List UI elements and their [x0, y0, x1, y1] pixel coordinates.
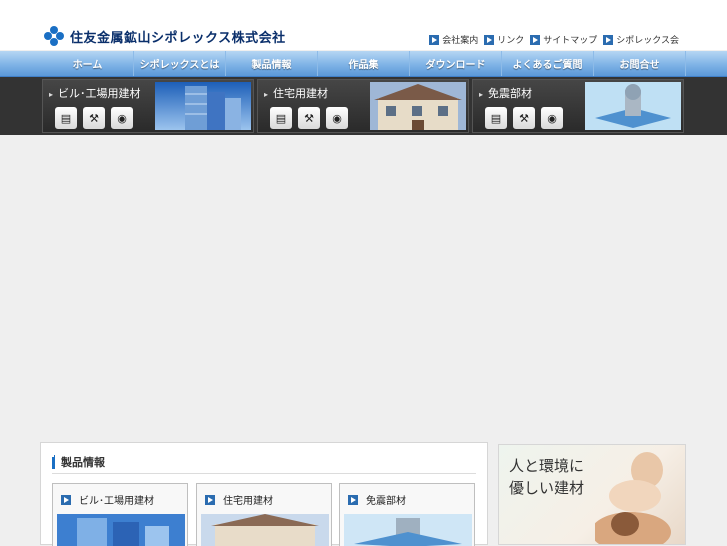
category-panel-building[interactable]: ビル･工場用建材 ▤ ⚒ ◉	[42, 79, 254, 133]
nav-item-faq[interactable]: よくあるご質問	[502, 51, 594, 76]
house-photo	[370, 82, 466, 130]
ad-line: 人と環境に	[509, 457, 585, 475]
site-header: 住友金属鉱山シポレックス株式会社 会社案内 リンク サイトマップ シポレックス会	[0, 0, 727, 50]
camera-icon[interactable]: ◉	[541, 107, 563, 129]
product-card-label: 住宅用建材	[223, 496, 273, 507]
building-thumbnail	[57, 514, 185, 546]
product-card-label: 免震部材	[366, 496, 406, 507]
document-icon[interactable]: ▤	[270, 107, 292, 129]
category-bar: ビル･工場用建材 ▤ ⚒ ◉ 住宅用建材 ▤ ⚒ ◉	[0, 77, 727, 135]
util-link-label: 会社案内	[442, 36, 479, 46]
category-title: 免震部材	[479, 85, 532, 101]
company-name: 住友金属鉱山シポレックス株式会社	[70, 30, 286, 46]
document-icon[interactable]: ▤	[485, 107, 507, 129]
category-panel-seismic[interactable]: 免震部材 ▤ ⚒ ◉	[472, 79, 684, 133]
hammer-icon[interactable]: ⚒	[83, 107, 105, 129]
arrow-bullet-icon	[205, 494, 215, 505]
util-link-label: サイトマップ	[543, 36, 598, 46]
nav-item-contact[interactable]: お問合せ	[594, 51, 686, 76]
nav-item-products[interactable]: 製品情報	[226, 51, 318, 76]
category-panel-housing[interactable]: 住宅用建材 ▤ ⚒ ◉	[257, 79, 469, 133]
arrow-bullet-icon	[429, 34, 440, 45]
nav-item-home[interactable]: ホーム	[42, 51, 134, 76]
product-card-seismic[interactable]: 免震部材	[339, 483, 475, 546]
util-link-label: リンク	[497, 36, 525, 46]
nav-item-works[interactable]: 作品集	[318, 51, 410, 76]
arrow-bullet-icon	[603, 34, 614, 45]
logo-mark-icon	[44, 26, 64, 46]
util-link-company[interactable]: 会社案内	[429, 33, 478, 46]
seismic-thumbnail	[344, 514, 472, 546]
utility-links: 会社案内 リンク サイトマップ シポレックス会	[429, 33, 679, 46]
document-icon[interactable]: ▤	[55, 107, 77, 129]
ad-line: 優しい建材	[509, 479, 585, 497]
hammer-icon[interactable]: ⚒	[298, 107, 320, 129]
camera-icon[interactable]: ◉	[111, 107, 133, 129]
house-thumbnail	[201, 514, 329, 546]
mother-baby-photo	[595, 452, 671, 544]
util-link-label: シポレックス会	[616, 36, 679, 46]
ad-banner[interactable]: 人と環境に 優しい建材	[498, 444, 686, 545]
arrow-bullet-icon	[348, 494, 358, 505]
arrow-bullet-icon	[530, 34, 541, 45]
section-heading: 製品情報	[52, 454, 105, 470]
ad-text: 人と環境に 優しい建材	[509, 455, 609, 499]
camera-icon[interactable]: ◉	[326, 107, 348, 129]
category-title: 住宅用建材	[264, 85, 328, 101]
util-link-association[interactable]: シポレックス会	[603, 33, 679, 46]
product-card-building[interactable]: ビル･工場用建材	[52, 483, 188, 546]
arrow-bullet-icon	[61, 494, 71, 505]
main-nav: ホーム シポレックスとは 製品情報 作品集 ダウンロード よくあるご質問 お問合…	[0, 51, 727, 77]
hammer-icon[interactable]: ⚒	[513, 107, 535, 129]
building-photo	[155, 82, 251, 130]
divider	[52, 473, 476, 474]
nav-item-download[interactable]: ダウンロード	[410, 51, 502, 76]
util-link-sitemap[interactable]: サイトマップ	[530, 33, 597, 46]
nav-item-about[interactable]: シポレックスとは	[134, 51, 226, 76]
product-card-housing[interactable]: 住宅用建材	[196, 483, 332, 546]
company-logo[interactable]: 住友金属鉱山シポレックス株式会社	[44, 26, 286, 46]
heading-marker-icon	[52, 455, 55, 469]
seismic-device-photo	[585, 82, 681, 130]
section-heading-label: 製品情報	[61, 456, 105, 469]
product-info-section: 製品情報 ビル･工場用建材 住宅用建材 免震部材	[40, 442, 488, 546]
product-card-label: ビル･工場用建材	[79, 496, 154, 507]
arrow-bullet-icon	[484, 34, 495, 45]
category-title: ビル･工場用建材	[49, 85, 141, 101]
util-link-links[interactable]: リンク	[484, 33, 524, 46]
